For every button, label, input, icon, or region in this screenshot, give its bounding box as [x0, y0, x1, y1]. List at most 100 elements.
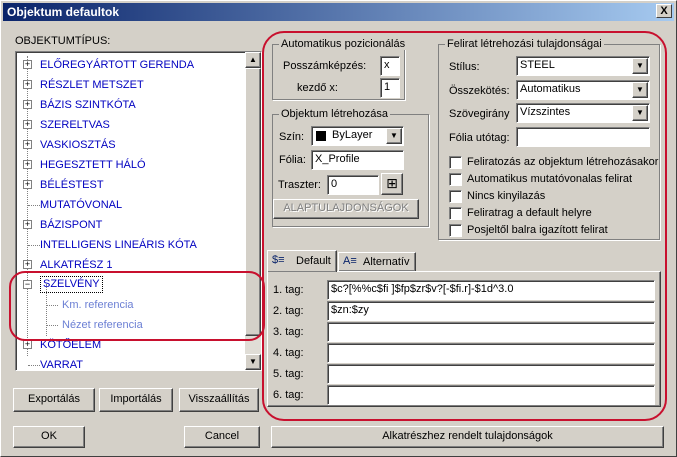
object-defaults-dialog: Objektum defaultok X OBJEKTUMTÍPUS: + ELŐ… [0, 0, 677, 457]
tree-item[interactable]: Km. referencia [16, 296, 244, 314]
option-checkbox[interactable] [449, 156, 462, 169]
tree-item[interactable]: VARRAT [16, 356, 244, 370]
chevron-down-icon[interactable]: ▼ [632, 58, 648, 74]
part-properties-button[interactable]: Alkatrészhez rendelt tulajdonságok [271, 426, 664, 448]
join-select[interactable]: Automatikus ▼ [516, 80, 650, 100]
chevron-down-icon[interactable]: ▼ [632, 105, 648, 121]
collapse-icon[interactable]: − [23, 280, 32, 289]
chevron-down-icon[interactable]: ▼ [632, 82, 648, 98]
tree-item-label: INTELLIGENS LINEÁRIS KÓTA [40, 239, 197, 251]
tree-scrollbar[interactable]: ▲ ▼ [245, 52, 261, 370]
ok-button[interactable]: OK [13, 426, 85, 448]
tree-item[interactable]: + VASKIOSZTÁS [16, 136, 244, 154]
tag-input[interactable] [327, 364, 655, 384]
raster-input[interactable]: 0 [327, 175, 379, 195]
tag-label: 4. tag: [273, 347, 304, 359]
close-button[interactable]: X [656, 4, 672, 18]
export-button[interactable]: Exportálás [13, 388, 95, 412]
tree-item-label: BÉLÉSTEST [40, 179, 104, 191]
option-checkbox-label: Feliratrag a default helyre [467, 207, 592, 219]
option-checkbox-label: Posjeltől balra igazított felirat [467, 224, 608, 236]
tag-input[interactable]: $zn:$zy [327, 301, 655, 321]
expand-icon[interactable]: + [23, 340, 32, 349]
style-label: Stílus: [449, 61, 480, 73]
expand-icon[interactable]: + [23, 180, 32, 189]
scroll-up-icon[interactable]: ▲ [245, 52, 261, 68]
option-checkbox-label: Feliratozás az objektum létrehozásakor [467, 156, 659, 168]
option-checkbox[interactable] [449, 173, 462, 186]
tree-item[interactable]: MUTATÓVONAL [16, 196, 244, 214]
tab-alternative-label: Alternatív [363, 256, 410, 268]
tag-input[interactable]: $c?[%%c$fi ]$fp$zr$v?[-$fi.r]-$1d^3.0 [327, 280, 655, 300]
object-creation-title: Objektum létrehozása [279, 108, 390, 120]
expand-icon[interactable]: + [23, 140, 32, 149]
tab-default[interactable]: $≡ Default [267, 250, 337, 272]
tree-item[interactable]: + BÁZISPONT [16, 216, 244, 234]
close-icon: X [660, 5, 668, 17]
tree-item-label: ELŐREGYÁRTOTT GERENDA [40, 59, 195, 71]
base-properties-button[interactable]: ALAPTULAJDONSÁGOK [273, 199, 419, 219]
tree-item[interactable]: + SZERELTVAS [16, 116, 244, 134]
start-x-input[interactable]: 1 [380, 78, 400, 98]
chevron-down-icon[interactable]: ▼ [386, 128, 402, 144]
tree-item[interactable]: + BÁZIS SZINTKÓTA [16, 96, 244, 114]
style-value: STEEL [520, 59, 555, 71]
tree-item[interactable]: Nézet referencia [16, 316, 244, 334]
expand-icon[interactable]: + [23, 60, 32, 69]
direction-label: Szövegirány [449, 108, 510, 120]
expand-icon[interactable]: + [23, 160, 32, 169]
tree-item[interactable]: INTELLIGENS LINEÁRIS KÓTA [16, 236, 244, 254]
default-tab-icon: $≡ [272, 254, 285, 266]
tree-item-label: Km. referencia [62, 299, 134, 311]
tag-label: 3. tag: [273, 326, 304, 338]
raster-label: Traszter: [278, 179, 321, 191]
tree-connector [46, 284, 47, 336]
tree-item-label: MUTATÓVONAL [40, 199, 123, 211]
join-value: Automatikus [520, 83, 581, 95]
option-checkbox[interactable] [449, 224, 462, 237]
raster-pick-icon[interactable]: ⊞ [381, 173, 403, 195]
restore-button[interactable]: Visszaállítás [179, 388, 259, 412]
tab-alternative[interactable]: A≡ Alternatív [338, 252, 416, 272]
expand-icon[interactable]: + [23, 260, 32, 269]
label-props-title: Felirat létrehozási tulajdonságai [445, 38, 604, 50]
tag-input[interactable] [327, 385, 655, 405]
tree-item-label: VASKIOSZTÁS [40, 139, 116, 151]
object-type-tree[interactable]: + ELŐREGYÁRTOTT GERENDA + RÉSZLET METSZET + B… [15, 51, 262, 371]
tree-item[interactable]: + ALKATRÉSZ 1 [16, 256, 244, 274]
import-button[interactable]: Importálás [99, 388, 173, 412]
color-label: Szín: [279, 131, 305, 143]
tag-input[interactable] [327, 322, 655, 342]
tree-connector [28, 245, 40, 246]
post-trace-input[interactable]: x [380, 56, 400, 76]
tree-item[interactable]: + ELŐREGYÁRTOTT GERENDA [16, 56, 244, 74]
cancel-button[interactable]: Cancel [184, 426, 260, 448]
tag-label: 5. tag: [273, 368, 304, 380]
style-select[interactable]: STEEL ▼ [516, 56, 650, 76]
tag-label: 6. tag: [273, 389, 304, 401]
direction-select[interactable]: Vízszintes ▼ [516, 103, 650, 123]
tag-input[interactable] [327, 343, 655, 363]
expand-icon[interactable]: + [23, 220, 32, 229]
tree-item[interactable]: − SZELVÉNY [16, 276, 244, 294]
tree-item[interactable]: + KÖTŐELEM [16, 336, 244, 354]
foil-suffix-input[interactable] [516, 127, 650, 147]
auto-position-title: Automatikus pozicionálás [279, 38, 408, 50]
tree-item[interactable]: + HEGESZTETT HÁLÓ [16, 156, 244, 174]
scroll-thumb[interactable] [245, 68, 261, 336]
color-swatch [316, 131, 326, 141]
foil-input[interactable]: X_Profile [311, 150, 404, 170]
expand-icon[interactable]: + [23, 100, 32, 109]
title-bar: Objektum defaultok [3, 3, 674, 21]
expand-icon[interactable]: + [23, 80, 32, 89]
scroll-down-icon[interactable]: ▼ [245, 354, 261, 370]
tree-item[interactable]: + RÉSZLET METSZET [16, 76, 244, 94]
tree-item-label: BÁZIS SZINTKÓTA [40, 99, 136, 111]
expand-icon[interactable]: + [23, 120, 32, 129]
color-select[interactable]: ByLayer ▼ [311, 126, 404, 146]
option-checkbox[interactable] [449, 207, 462, 220]
tree-item[interactable]: + BÉLÉSTEST [16, 176, 244, 194]
foil-suffix-label: Fólia utótag: [449, 132, 510, 144]
alternative-tab-icon: A≡ [343, 255, 357, 267]
option-checkbox[interactable] [449, 190, 462, 203]
